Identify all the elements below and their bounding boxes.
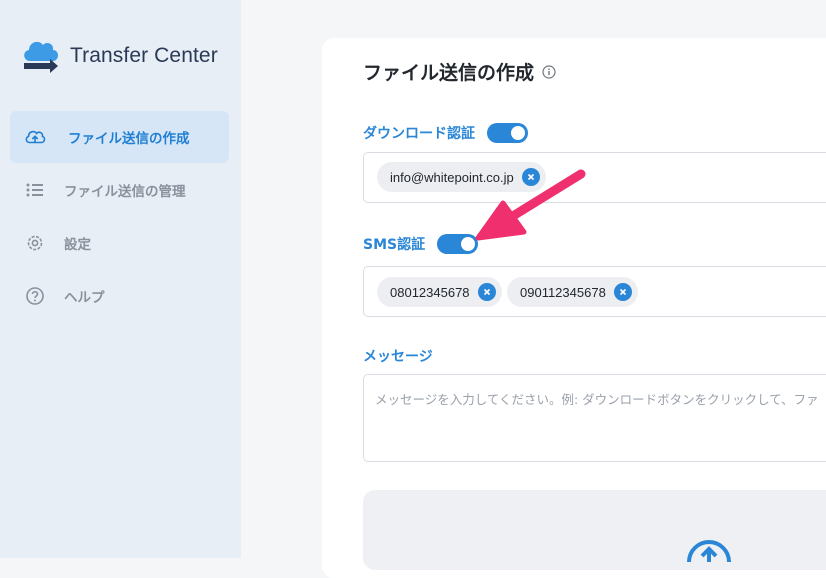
help-circle-icon: [24, 285, 46, 307]
list-icon: [24, 179, 46, 201]
remove-email-icon[interactable]: [521, 168, 540, 186]
sms-auth-section: SMS認証: [363, 234, 479, 254]
download-auth-label: ダウンロード認証: [363, 126, 475, 142]
phone-chip-label: 090112345678: [520, 284, 606, 300]
sidebar-item-label: ヘルプ: [64, 290, 105, 306]
sms-auth-toggle[interactable]: [437, 234, 479, 254]
cloud-transfer-logo-icon: [24, 41, 59, 73]
app-name-prefix: Transfer: [70, 44, 149, 67]
phone-chip-label: 08012345678: [390, 284, 470, 300]
sidebar-item-help[interactable]: ヘルプ: [10, 270, 229, 322]
cloud-upload-icon: [24, 126, 46, 148]
page-title: ファイル送信の作成: [363, 62, 535, 84]
file-dropzone[interactable]: [363, 490, 826, 578]
remove-phone-icon[interactable]: [477, 283, 496, 301]
download-auth-section: ダウンロード認証: [363, 123, 528, 143]
gear-icon: [24, 232, 46, 254]
email-chip-label: info@whitepoint.co.jp: [390, 169, 514, 185]
cloud-upload-icon: [685, 538, 733, 578]
email-chip: info@whitepoint.co.jp: [377, 162, 546, 192]
sidebar-nav: ファイル送信の作成 ファイル送信の管理 設定 ヘルプ: [10, 111, 229, 323]
message-textarea[interactable]: メッセージを入力してください。例: ダウンロードボタンをクリックして、ファ: [363, 374, 826, 462]
sidebar-item-label: ファイル送信の管理: [64, 184, 186, 200]
remove-phone-icon[interactable]: [613, 283, 632, 301]
phone-chip: 090112345678: [507, 277, 638, 307]
sidebar-item-manage-transfers[interactable]: ファイル送信の管理: [10, 164, 229, 216]
info-icon[interactable]: [542, 64, 556, 79]
download-auth-toggle[interactable]: [487, 123, 528, 143]
app-name-suffix: Center: [148, 44, 218, 67]
phone-chip: 08012345678: [377, 277, 502, 307]
sidebar-item-label: 設定: [64, 237, 91, 253]
message-section: メッセージ: [363, 346, 433, 366]
sms-auth-phone-field[interactable]: 08012345678 090112345678: [363, 266, 826, 317]
sidebar: Transfer Center ファイル送信の作成 ファイル送信の管理 設定 ヘ…: [0, 0, 241, 558]
sms-auth-label: SMS認証: [363, 237, 426, 253]
sidebar-item-create-transfer[interactable]: ファイル送信の作成: [10, 111, 229, 163]
sidebar-item-settings[interactable]: 設定: [10, 217, 229, 269]
message-label: メッセージ: [363, 349, 433, 365]
message-placeholder: メッセージを入力してください。例: ダウンロードボタンをクリックして、ファ: [375, 392, 819, 407]
download-auth-email-field[interactable]: info@whitepoint.co.jp: [363, 152, 826, 203]
app-logo[interactable]: Transfer Center: [20, 34, 218, 78]
page-title-row: ファイル送信の作成: [363, 58, 556, 85]
sidebar-item-label: ファイル送信の作成: [68, 131, 190, 147]
